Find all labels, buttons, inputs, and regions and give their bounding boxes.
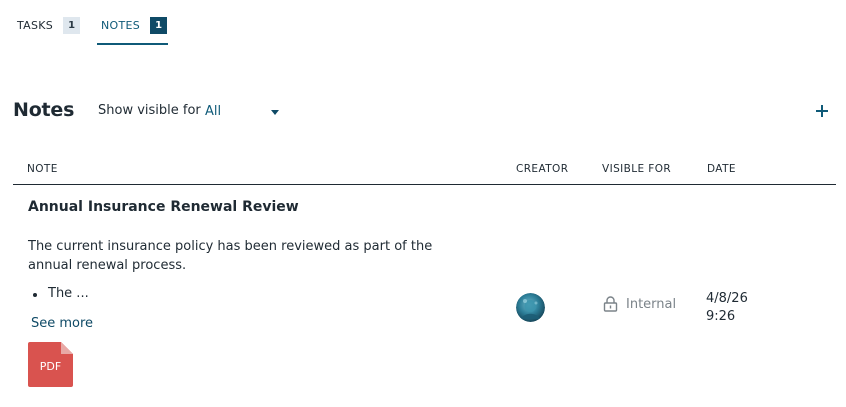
visible-for-cell: Internal [603, 296, 676, 312]
column-header-note: NOTE [27, 163, 58, 175]
note-title: Annual Insurance Renewal Review [28, 199, 299, 215]
tab-tasks[interactable]: TASKS 1 [17, 17, 81, 41]
bullet-dot [33, 293, 37, 297]
pdf-fold [61, 342, 73, 354]
lock-icon [603, 296, 618, 312]
note-bullet-item: The ... [33, 286, 89, 301]
tab-bar: TASKS 1 NOTES 1 [0, 0, 846, 45]
visibility-filter-label: Show visible for [98, 103, 201, 118]
note-body: The current insurance policy has been re… [28, 239, 433, 273]
note-date-time: 9:26 [706, 309, 736, 324]
tab-tasks-label: TASKS [17, 19, 54, 32]
avatar-image [516, 293, 545, 322]
chevron-down-icon [271, 110, 279, 115]
section-title: Notes [13, 99, 75, 121]
add-note-button[interactable] [812, 101, 832, 121]
note-bullet-text: The ... [48, 286, 89, 301]
column-header-date: DATE [707, 163, 736, 175]
notes-count-badge: 1 [150, 17, 168, 34]
tab-notes-label: NOTES [101, 19, 141, 32]
visibility-filter-value: All [205, 104, 222, 119]
tab-notes[interactable]: NOTES 1 [97, 17, 169, 45]
pdf-label: PDF [39, 360, 62, 373]
visible-for-value: Internal [626, 296, 677, 312]
column-header-visible-for: VISIBLE FOR [602, 163, 672, 175]
pdf-attachment[interactable]: PDF [28, 342, 73, 387]
see-more-link[interactable]: See more [31, 316, 93, 331]
note-date: 4/8/26 9:26 [706, 290, 748, 326]
tasks-count-badge: 1 [63, 17, 81, 34]
header-divider [13, 184, 836, 185]
note-date-day: 4/8/26 [706, 291, 748, 306]
column-header-creator: CREATOR [516, 163, 569, 175]
visibility-filter-dropdown[interactable]: All [205, 101, 283, 121]
creator-avatar[interactable] [516, 293, 545, 322]
